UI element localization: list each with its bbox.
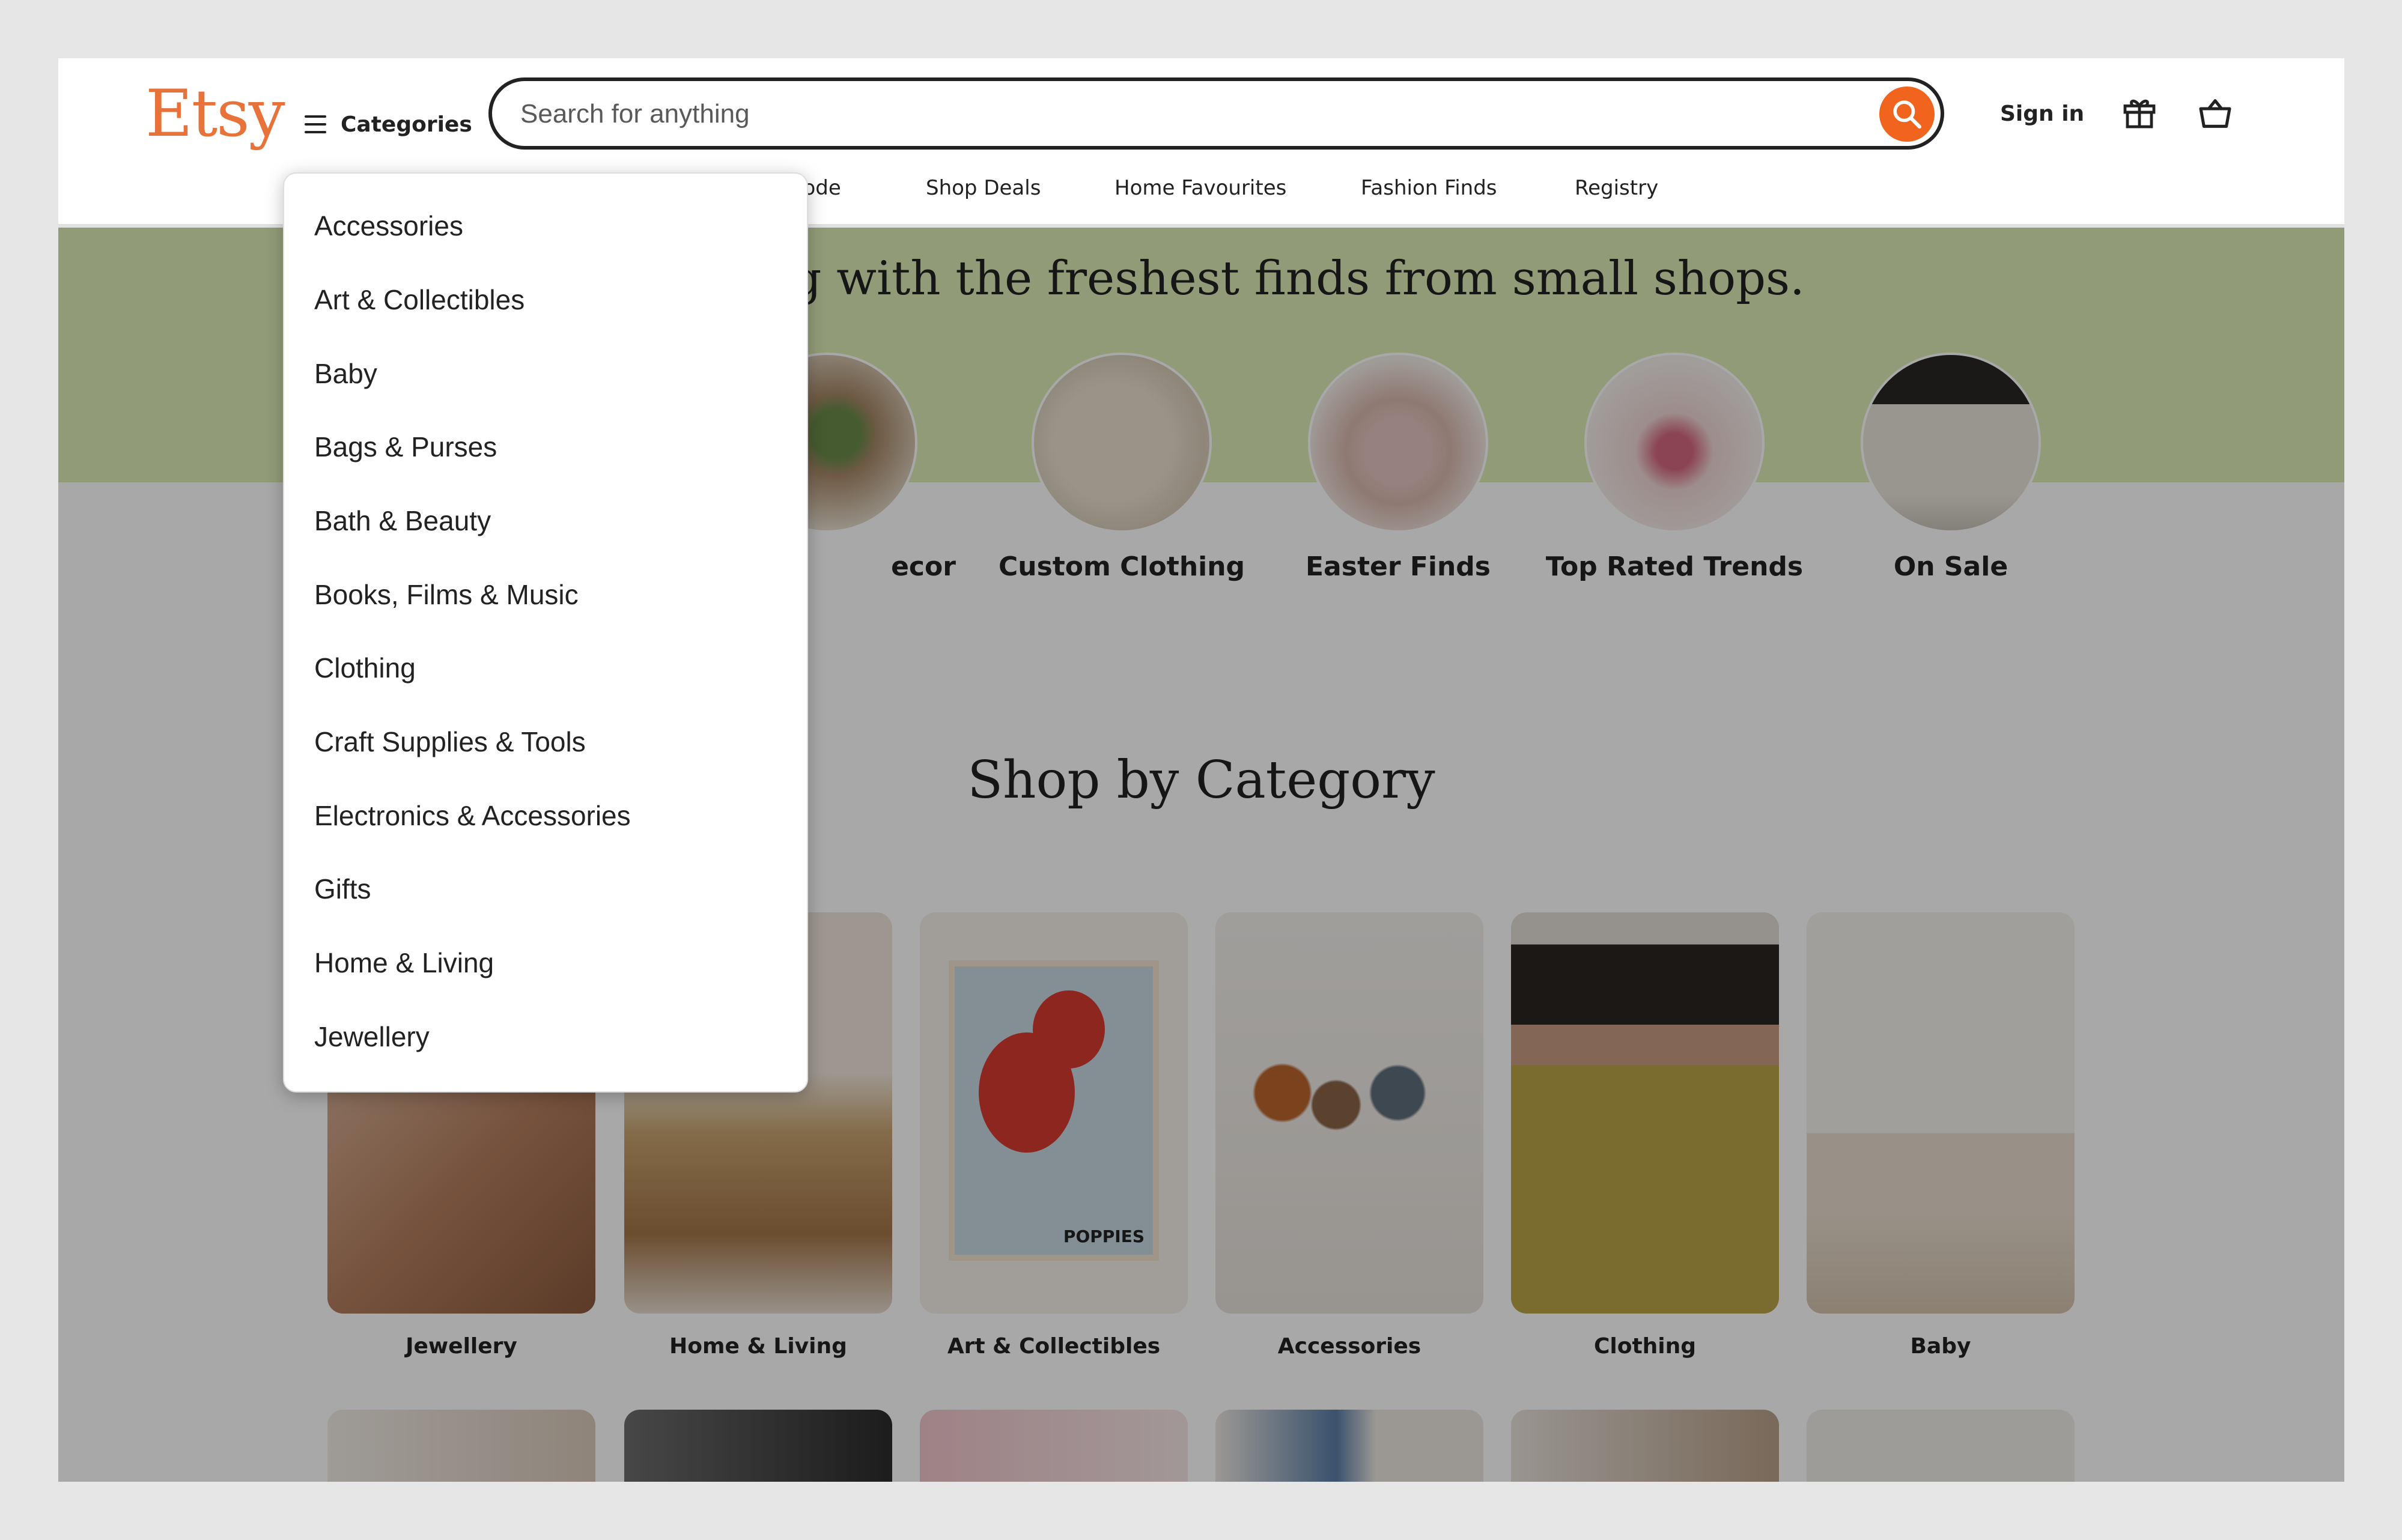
search-bar [488, 77, 1944, 150]
dropdown-item-baby[interactable]: Baby [314, 357, 377, 390]
dropdown-item-bags-purses[interactable]: Bags & Purses [314, 431, 497, 463]
hamburger-icon [305, 115, 326, 133]
nav-link-shop-deals[interactable]: Shop Deals [926, 176, 1041, 200]
nav-link-fashion-finds[interactable]: Fashion Finds [1361, 176, 1497, 200]
dropdown-item-clothing[interactable]: Clothing [314, 652, 416, 684]
nav-link-home-favourites[interactable]: Home Favourites [1114, 176, 1286, 200]
cart-icon[interactable] [2196, 94, 2234, 133]
gift-icon[interactable] [2120, 93, 2159, 132]
dropdown-item-gifts[interactable]: Gifts [314, 873, 371, 905]
sign-in-link[interactable]: Sign in [2000, 102, 2084, 126]
categories-dropdown: Accessories Art & Collectibles Baby Bags… [283, 172, 808, 1093]
dropdown-item-electronics-accessories[interactable]: Electronics & Accessories [314, 799, 631, 832]
categories-button[interactable]: Categories [305, 94, 472, 154]
dropdown-item-jewellery[interactable]: Jewellery [314, 1020, 430, 1053]
nav-link-registry[interactable]: Registry [1575, 176, 1658, 200]
dropdown-item-home-living[interactable]: Home & Living [314, 947, 494, 979]
search-input[interactable] [519, 94, 1831, 134]
browser-page: Etsy Categories Sign in [58, 58, 2344, 1482]
search-button[interactable] [1879, 86, 1935, 142]
search-icon [1893, 100, 1922, 129]
dropdown-item-accessories[interactable]: Accessories [314, 210, 463, 242]
dropdown-item-bath-beauty[interactable]: Bath & Beauty [314, 505, 491, 537]
dropdown-item-craft-supplies-tools[interactable]: Craft Supplies & Tools [314, 726, 586, 758]
dropdown-item-art-collectibles[interactable]: Art & Collectibles [314, 283, 524, 316]
categories-label: Categories [341, 112, 472, 137]
dropdown-item-books-films-music[interactable]: Books, Films & Music [314, 578, 579, 611]
etsy-logo[interactable]: Etsy [145, 76, 285, 151]
